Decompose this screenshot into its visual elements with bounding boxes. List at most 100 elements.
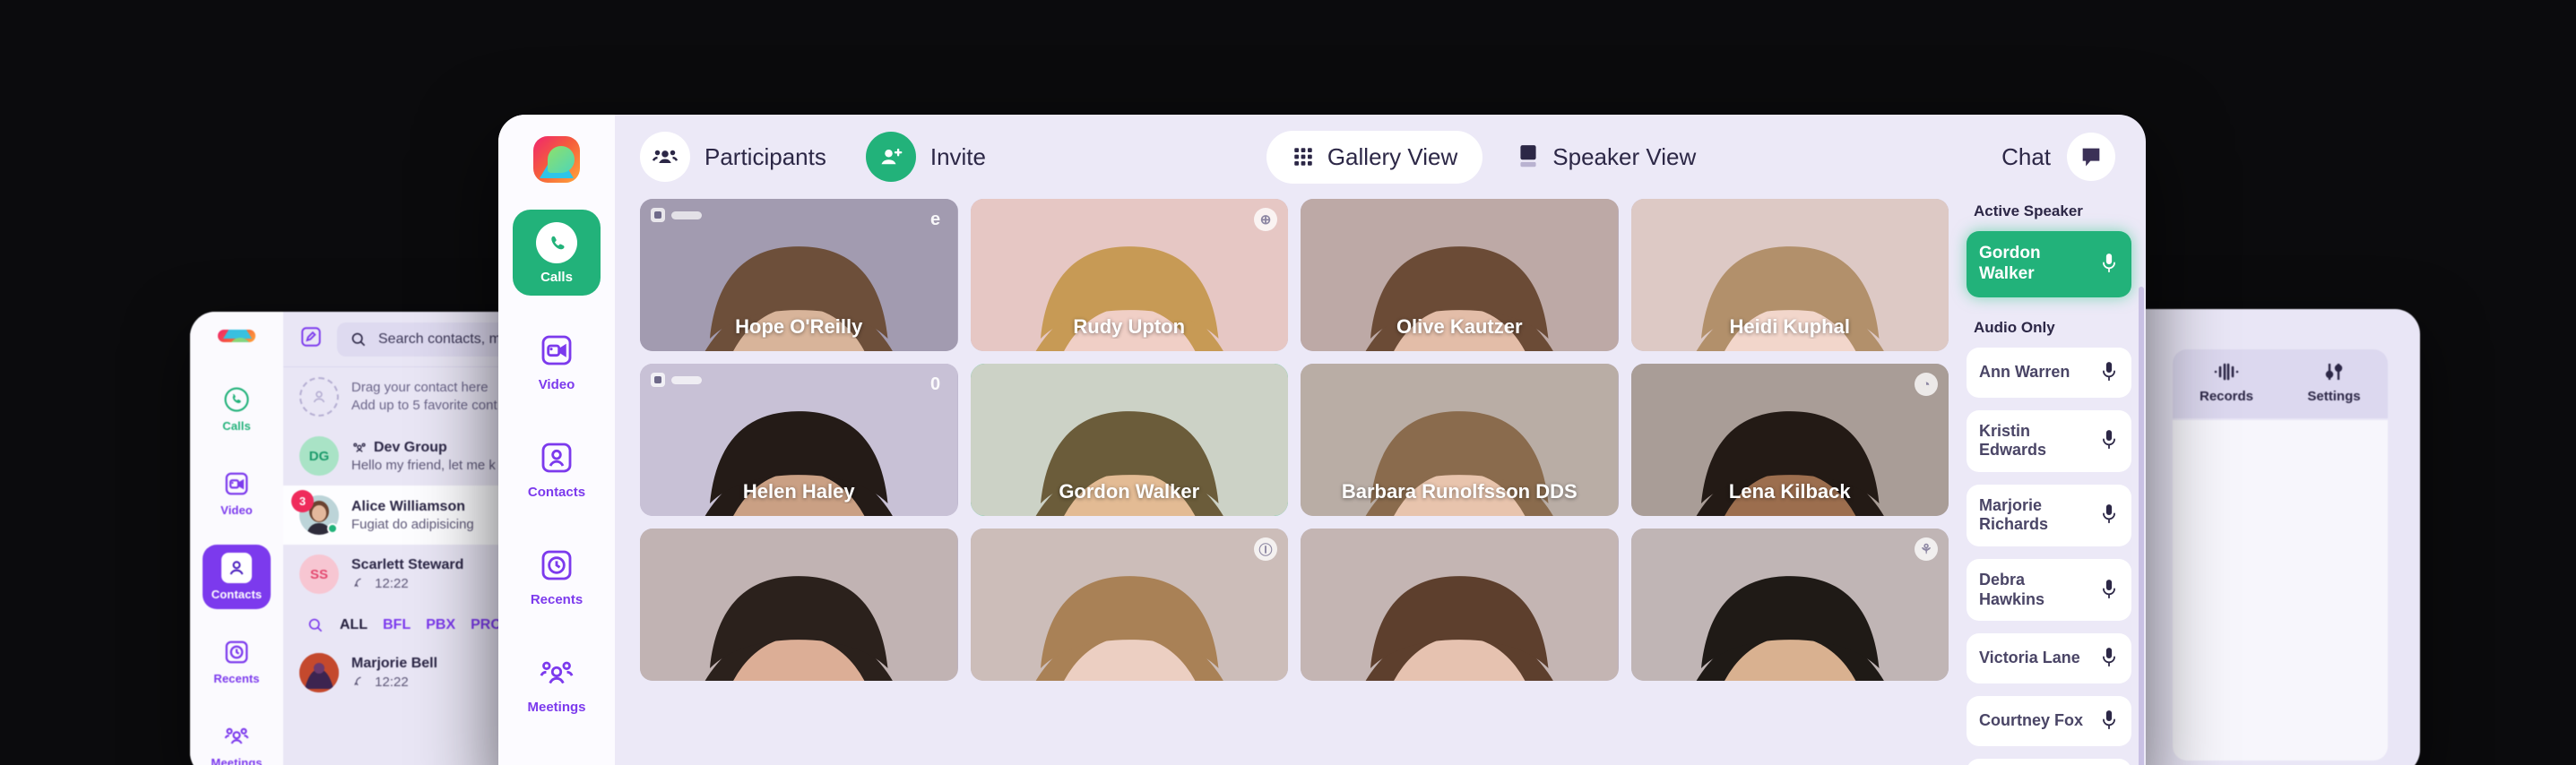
video-tile[interactable]: ⊕ Rudy Upton [970,199,1288,351]
sidebar-scrollbar[interactable] [2139,287,2144,765]
bg-sidebar-item-calls[interactable]: Calls [203,376,271,441]
video-tile[interactable] [1301,529,1619,681]
microphone-icon[interactable] [2099,645,2119,672]
clock-icon [536,545,577,586]
people-group-icon [640,132,690,182]
main-window-video-call[interactable]: Calls Video Contacts Recents Meetings Pa… [498,115,2146,765]
video-tile[interactable]: Barbara Runolfsson DDS [1301,364,1619,516]
filter-tag-all[interactable]: ALL [340,617,367,633]
people-group-icon [536,652,577,693]
audio-only-participant-row[interactable]: Philip [1967,759,2131,765]
bg-sidebar-label-video: Video [220,503,253,517]
nav-item-recents[interactable]: Recents [513,532,601,618]
participant-video [1301,529,1619,681]
speaker-view-button[interactable]: Speaker View [1491,131,1721,184]
participant-name: Helen Haley [742,480,855,503]
video-tile[interactable]: e Hope O'Reilly [640,199,958,351]
person-add-icon [865,132,916,182]
tile-source-badge-icon: 0 [929,374,941,394]
participant-name: Heidi Kuphal [1729,315,1850,338]
microphone-icon[interactable] [2099,708,2119,735]
bg-right-tab-bar: Records Settings [2173,349,2388,418]
invite-button[interactable]: Invite [865,132,986,182]
video-tile[interactable]: ◔ Lena Kilback [1630,364,1949,516]
video-tile[interactable]: 0 Helen Haley [640,364,958,516]
bg-sidebar-label-contacts: Contacts [211,588,263,601]
gallery-view-button[interactable]: Gallery View [1266,130,1483,184]
nav-label-calls: Calls [540,270,573,285]
tile-source-badge-icon: ⊕ [1254,208,1277,231]
record-pill [671,211,702,219]
main-nav-rail: Calls Video Contacts Recents Meetings [498,115,615,765]
bg-sidebar-item-video[interactable]: Video [203,460,271,525]
nav-item-video[interactable]: Video [513,317,601,403]
audio-only-participant-row[interactable]: Marjorie Richards [1967,484,2131,546]
favorites-hint-line2: Add up to 5 favorite cont [351,398,497,413]
unread-badge: 3 [291,490,314,512]
nav-item-contacts[interactable]: Contacts [513,425,601,511]
avatar: 3 [291,490,339,535]
tile-source-badge-icon: Ⓘ [1254,537,1277,561]
filter-tag-bfl[interactable]: BFL [383,617,411,633]
recording-indicator [651,208,702,222]
incoming-call-icon [354,578,361,588]
contact-preview: Hello my friend, let me k [351,457,496,473]
video-tile[interactable]: Gordon Walker [970,364,1288,516]
audio-only-participant-row[interactable]: Debra Hawkins [1967,558,2131,622]
bg-left-nav-rail: Calls Video Contacts Recents Meetings [190,312,283,765]
recording-indicator [651,373,702,387]
video-tile[interactable] [640,529,958,681]
nav-item-calls[interactable]: Calls [513,210,601,296]
filter-tag-pbx[interactable]: PBX [426,617,455,633]
microphone-icon[interactable] [2099,359,2119,386]
people-group-icon [221,721,252,752]
contact-name: Scarlett Steward [351,557,464,572]
bg-sidebar-item-meetings[interactable]: Meetings [203,713,271,765]
tab-label-records: Records [2199,389,2254,404]
participants-button[interactable]: Participants [640,132,826,182]
video-tile[interactable]: ⚘ [1630,529,1949,681]
video-tile[interactable]: Olive Kautzer [1301,199,1619,351]
call-time-row: 12:22 [351,575,463,591]
audio-only-participant-row[interactable]: Courtney Fox [1967,696,2131,747]
record-square-icon [651,208,665,222]
audio-only-participant-row[interactable]: Victoria Lane [1967,633,2131,684]
tab-settings[interactable]: Settings [2280,349,2388,418]
active-speaker-title: Active Speaker [1974,202,2083,219]
compose-pencil-icon[interactable] [299,325,323,353]
nav-label-recents: Recents [530,592,583,607]
microphone-icon[interactable] [2099,502,2119,529]
sliders-icon [2325,364,2343,380]
gallery-view-label: Gallery View [1327,142,1458,170]
bg-sidebar-item-recents[interactable]: Recents [203,629,271,693]
video-camera-icon [536,330,577,371]
active-speaker-card[interactable]: Gordon Walker [1967,231,2131,297]
speaker-layout-icon [1520,145,1536,168]
tile-source-badge-icon: e [929,209,941,229]
participant-name: Hope O'Reilly [735,315,863,338]
bg-sidebar-item-contacts[interactable]: Contacts [203,545,271,609]
nav-item-meetings[interactable]: Meetings [513,640,601,726]
nav-label-video: Video [538,377,575,392]
video-tile[interactable]: Ⓘ [970,529,1288,681]
tile-source-badge-icon: ⚘ [1915,537,1938,561]
contact-name: Dev Group [374,439,447,455]
microphone-icon[interactable] [2099,427,2119,454]
microphone-icon[interactable] [2099,577,2119,604]
grid-icon [1294,148,1312,166]
participant-name: Gordon Walker [1059,480,1200,503]
avatar [299,653,339,692]
microphone-icon[interactable] [2099,251,2119,278]
call-time: 12:22 [375,576,409,591]
tab-records[interactable]: Records [2173,349,2280,418]
chat-button[interactable]: Chat [2001,133,2115,181]
search-icon[interactable] [307,616,324,634]
view-mode-switch: Gallery View Speaker View [1266,130,1721,184]
video-tile[interactable]: Heidi Kuphal [1630,199,1949,351]
audio-only-participant-row[interactable]: Ann Warren [1967,347,2131,398]
person-icon [536,437,577,478]
call-time-row: 12:22 [351,674,437,690]
audio-only-participant-row[interactable]: Kristin Edwards [1967,409,2131,472]
chat-bubble-icon [2067,133,2115,181]
person-icon [221,553,252,583]
